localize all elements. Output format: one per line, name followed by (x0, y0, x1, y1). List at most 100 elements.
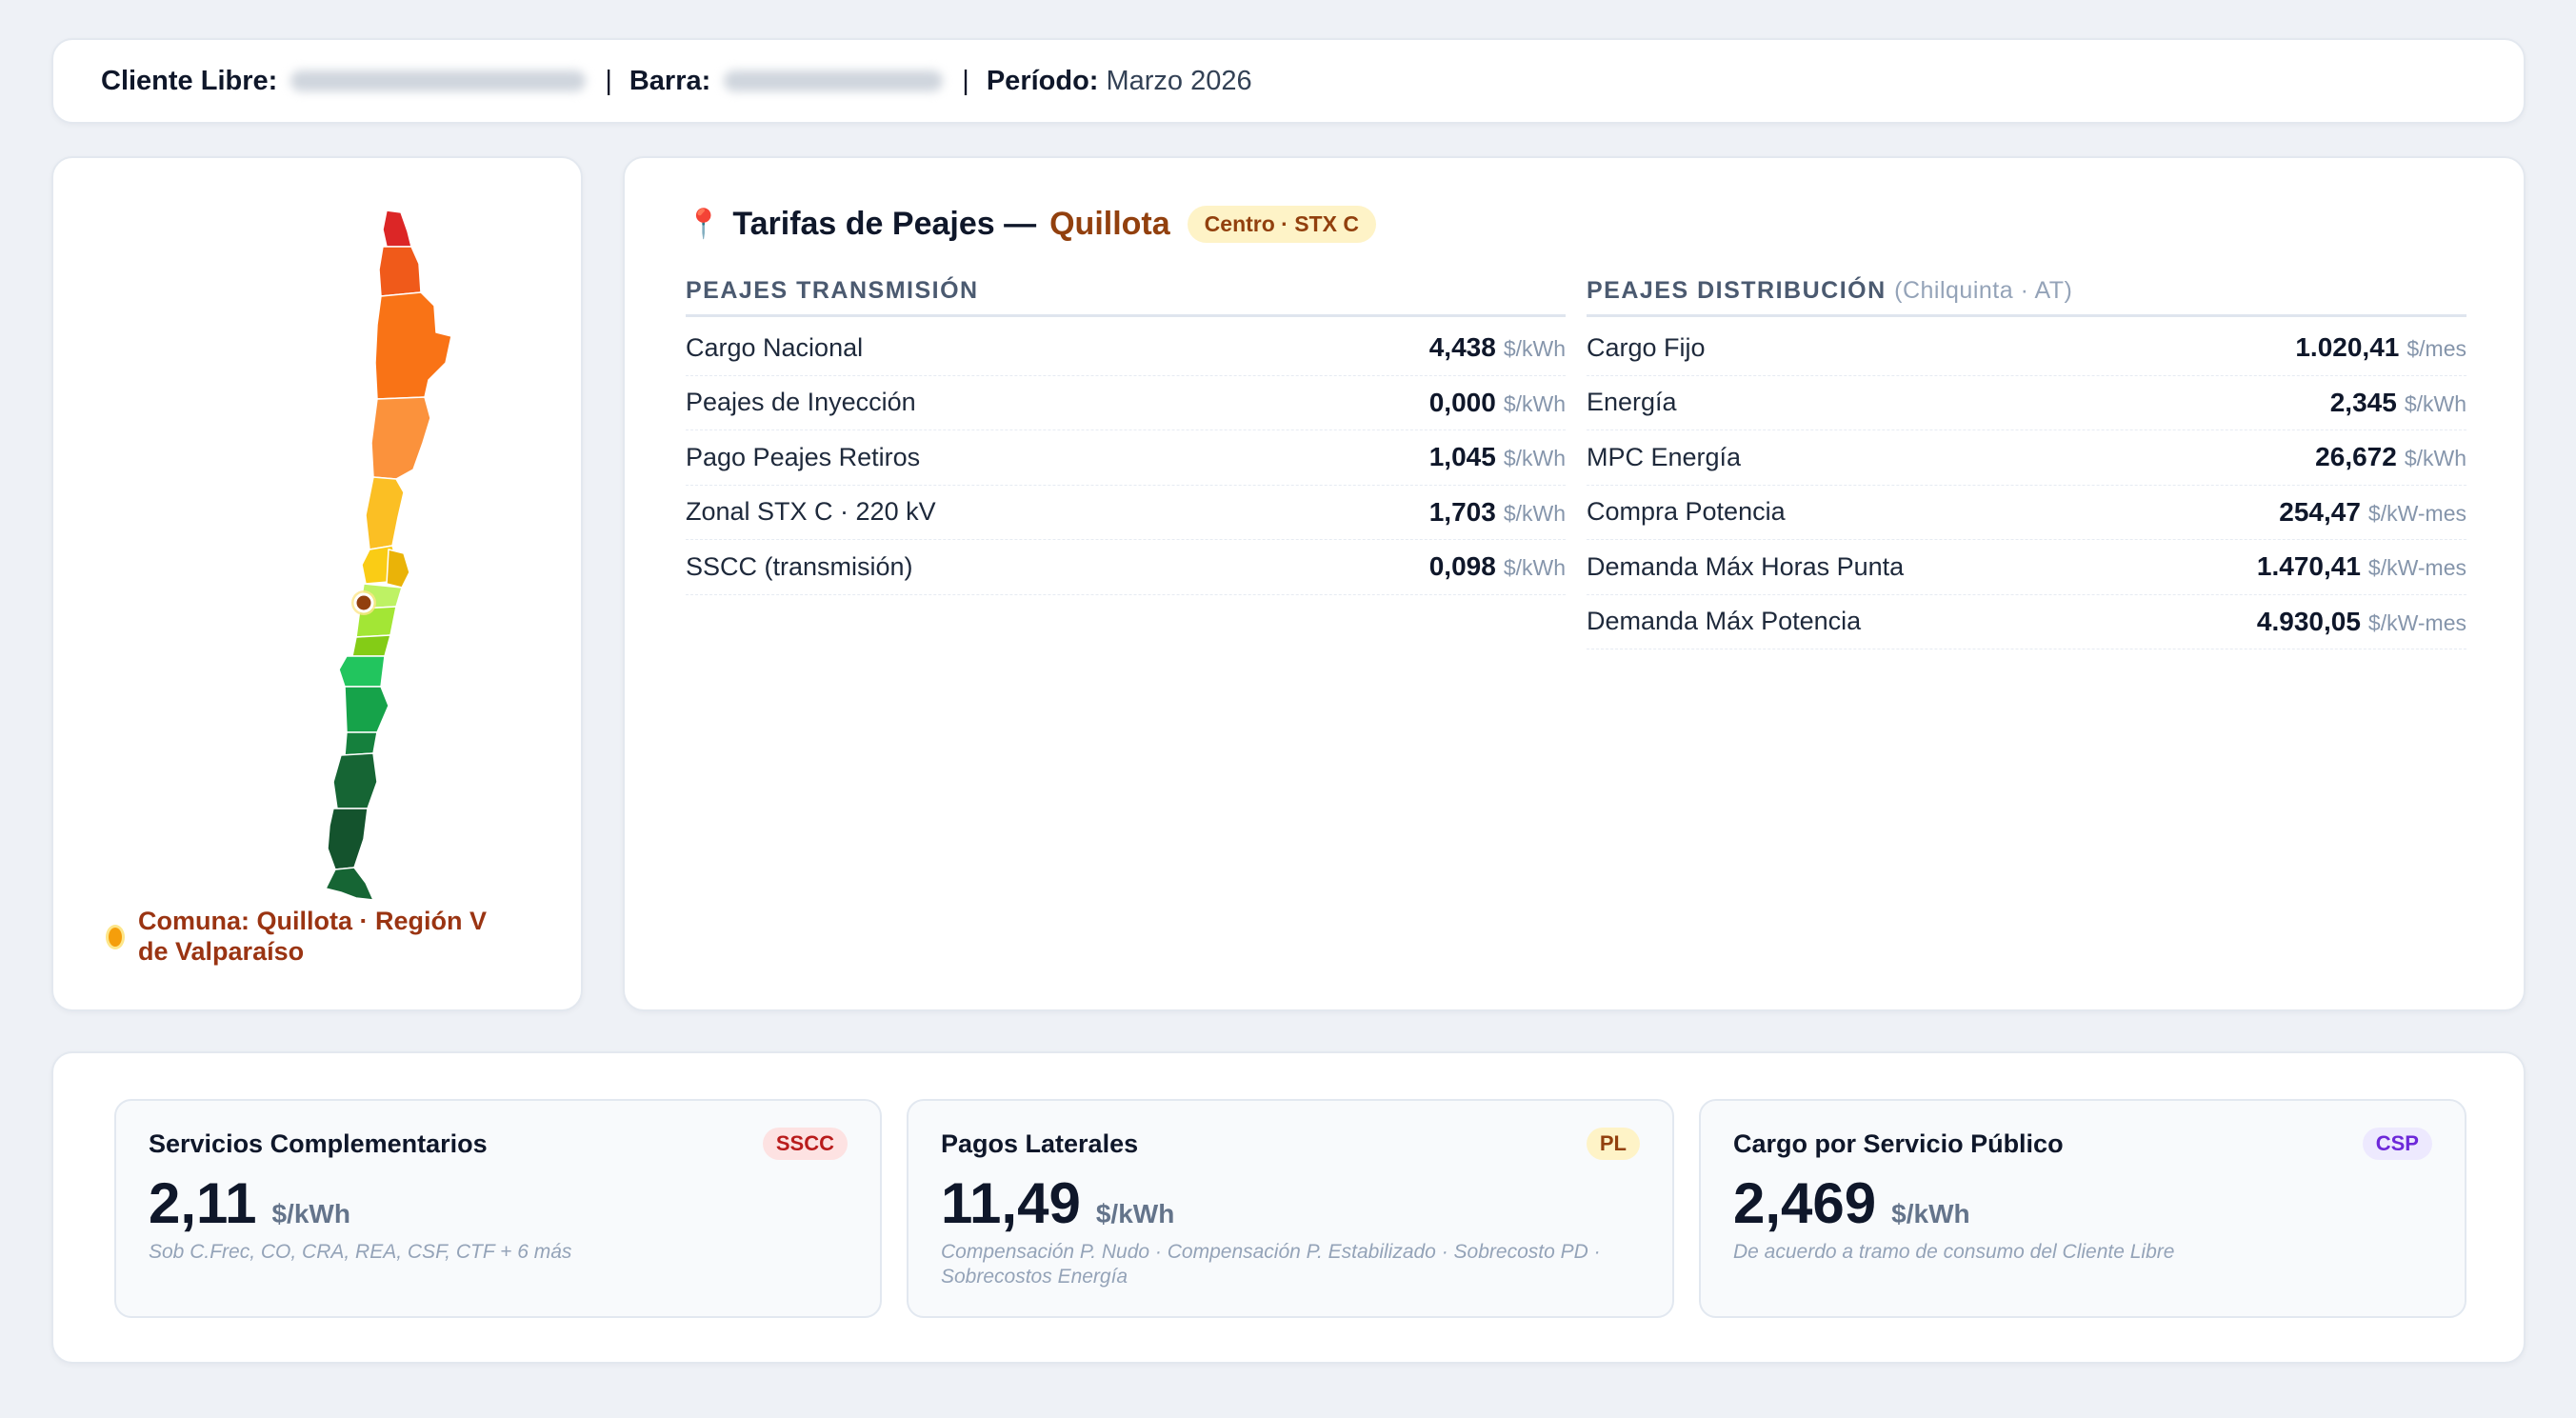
tariff-amount: 4,438 $/kWh (1429, 332, 1566, 363)
region-antofagasta[interactable] (374, 291, 452, 400)
cliente-value-redacted (290, 70, 587, 91)
chile-map (325, 210, 452, 901)
tariff-unit: $/kWh (1503, 555, 1566, 581)
tariff-unit: $/kW-mes (2367, 609, 2466, 635)
tarifas-title: 📍 Tarifas de Peajes — Quillota Centro · … (686, 206, 1376, 243)
region-atacama[interactable] (370, 396, 431, 480)
tariff-unit: $/kWh (1503, 390, 1566, 416)
summary-card-note: Compensación P. Nudo · Compensación P. E… (941, 1241, 1601, 1288)
comuna-dot-icon (106, 925, 125, 949)
periodo-label: Período: (986, 65, 1099, 96)
tariff-unit: $/kWh (2404, 446, 2466, 471)
comuna-marker[interactable] (351, 590, 376, 615)
tariff-row: Zonal STX C · 220 kV 1,703 $/kWh (686, 486, 1566, 540)
region-tarapaca[interactable] (378, 246, 422, 297)
summary-card-unit: $/kWh (1891, 1199, 1970, 1228)
summary-card-csp: Cargo por Servicio Público CSP 2,469 $/kW… (1699, 1099, 2466, 1318)
tariff-row: Pago Peajes Retiros 1,045 $/kWh (686, 430, 1566, 486)
region-coquimbo[interactable] (365, 476, 405, 550)
transmision-heading-text: PEAJES TRANSMISIÓN (686, 277, 979, 304)
tariff-row: Demanda Máx Potencia 4.930,05 $/kW-mes (1587, 595, 2466, 649)
periodo-value: Marzo 2026 (1106, 65, 1252, 96)
region-metropolitana[interactable] (386, 549, 410, 589)
separator: | (962, 65, 969, 96)
tariff-unit: $/kW-mes (2367, 500, 2466, 526)
tariff-amount: 254,47 $/kW-mes (2279, 497, 2466, 528)
region-nuble[interactable] (351, 634, 391, 657)
region-aysen[interactable] (327, 808, 369, 870)
summary-card-badge: SSCC (762, 1128, 848, 1160)
summary-card-badge: CSP (2362, 1128, 2432, 1160)
comuna-legend: Comuna: Quillota · Región V de Valparaís… (106, 906, 519, 967)
region-arica[interactable] (382, 210, 412, 248)
tarifas-title-text: Tarifas de Peajes — (732, 206, 1037, 242)
summary-card-title: Servicios Complementarios (149, 1129, 488, 1158)
tariff-row: SSCC (transmisión) 0,098 $/kWh (686, 540, 1566, 595)
tariff-unit: $/kWh (1503, 500, 1566, 526)
tariff-value: 2,345 (2329, 387, 2397, 417)
tariff-name: Energía (1587, 388, 1677, 417)
tariff-value: 254,47 (2279, 496, 2361, 527)
tariff-name: Pago Peajes Retiros (686, 442, 921, 471)
tariff-value: 1.470,41 (2256, 551, 2361, 582)
tariff-value: 1,703 (1428, 496, 1496, 527)
summary-card-value: 11,49 (941, 1171, 1081, 1235)
barra-label: Barra: (629, 65, 711, 96)
distribucion-heading-sub: (Chilquinta · AT) (1894, 277, 2073, 304)
region-los-rios[interactable] (344, 731, 378, 756)
summary-card-title: Pagos Laterales (941, 1129, 1139, 1158)
summary-card-title: Cargo por Servicio Público (1733, 1129, 2064, 1158)
tarifas-card: 📍 Tarifas de Peajes — Quillota Centro · … (623, 156, 2526, 1011)
tariff-amount: 0,098 $/kWh (1429, 551, 1566, 582)
tariff-unit: $/kWh (1503, 446, 1566, 471)
region-araucania[interactable] (344, 686, 389, 733)
tariff-value: 1,045 (1428, 442, 1496, 472)
tariff-row: Cargo Nacional 4,438 $/kWh (686, 321, 1566, 376)
transmision-heading: PEAJES TRANSMISIÓN (686, 277, 1566, 317)
map-pin-icon: 📍 (686, 209, 722, 240)
distribucion-column: PEAJES DISTRIBUCIÓN (Chilquinta · AT) Ca… (1587, 277, 2466, 649)
tariff-name: MPC Energía (1587, 442, 1742, 471)
tariff-name: Peajes de Inyección (686, 388, 916, 417)
summary-card-badge: PL (1586, 1128, 1640, 1160)
summary-cards: Servicios Complementarios SSCC 2,11 $/kWh… (51, 1051, 2526, 1364)
tariff-name: Compra Potencia (1587, 497, 1786, 527)
tariff-value: 0,098 (1428, 551, 1496, 582)
transmision-rows: Cargo Nacional 4,438 $/kWh Peajes de Inyecc… (686, 317, 1566, 595)
tariff-row: Energía 2,345 $/kWh (1587, 376, 2466, 430)
distribucion-heading-text: PEAJES DISTRIBUCIÓN (1587, 277, 1887, 304)
distribucion-rows: Cargo Fijo 1.020,41 $/mes Energía 2,345 $/kWh… (1587, 317, 2466, 649)
tariff-value: 26,672 (2315, 442, 2397, 472)
tariff-value: 1.020,41 (2295, 332, 2400, 363)
tariff-unit: $/mes (2406, 336, 2466, 362)
region-magallanes[interactable] (325, 867, 374, 901)
cliente-label: Cliente Libre: (101, 65, 278, 96)
tariff-unit: $/kW-mes (2367, 555, 2466, 581)
comuna-label: Comuna: Quillota · Región V de Valparaís… (138, 907, 487, 966)
tariff-row: Peajes de Inyección 0,000 $/kWh (686, 376, 1566, 430)
region-biobio[interactable] (338, 655, 386, 688)
tariff-amount: 1.470,41 $/kW-mes (2257, 551, 2466, 582)
region-los-lagos[interactable] (332, 752, 378, 809)
tariff-amount: 2,345 $/kWh (2330, 388, 2466, 418)
context-header: Cliente Libre: | Barra: | Período: Marzo… (51, 38, 2526, 124)
tariff-value: 0,000 (1428, 387, 1496, 417)
tariff-row: Demanda Máx Horas Punta 1.470,41 $/kW-mes (1587, 540, 2466, 595)
tariff-name: Demanda Máx Potencia (1587, 607, 1862, 636)
separator: | (605, 65, 612, 96)
tariff-amount: 26,672 $/kWh (2315, 442, 2466, 472)
tariff-unit: $/kWh (2404, 390, 2466, 416)
tariff-name: Cargo Nacional (686, 332, 864, 362)
tariff-value: 4.930,05 (2256, 606, 2361, 636)
distribucion-heading: PEAJES DISTRIBUCIÓN (Chilquinta · AT) (1587, 277, 2466, 317)
barra-value-redacted (724, 70, 944, 91)
summary-card-value: 2,469 (1733, 1171, 1877, 1235)
tariff-row: Cargo Fijo 1.020,41 $/mes (1587, 321, 2466, 376)
summary-card-note: De acuerdo a tramo de consumo del Client… (1733, 1241, 2175, 1263)
tariff-value: 4,438 (1428, 332, 1496, 363)
summary-card-pl: Pagos Laterales PL 11,49 $/kWh Compensaci… (907, 1099, 1674, 1318)
tariff-amount: 0,000 $/kWh (1429, 388, 1566, 418)
zone-badge: Centro · STX C (1187, 206, 1376, 243)
summary-card-unit: $/kWh (271, 1199, 350, 1228)
summary-card-value: 2,11 (149, 1171, 257, 1235)
